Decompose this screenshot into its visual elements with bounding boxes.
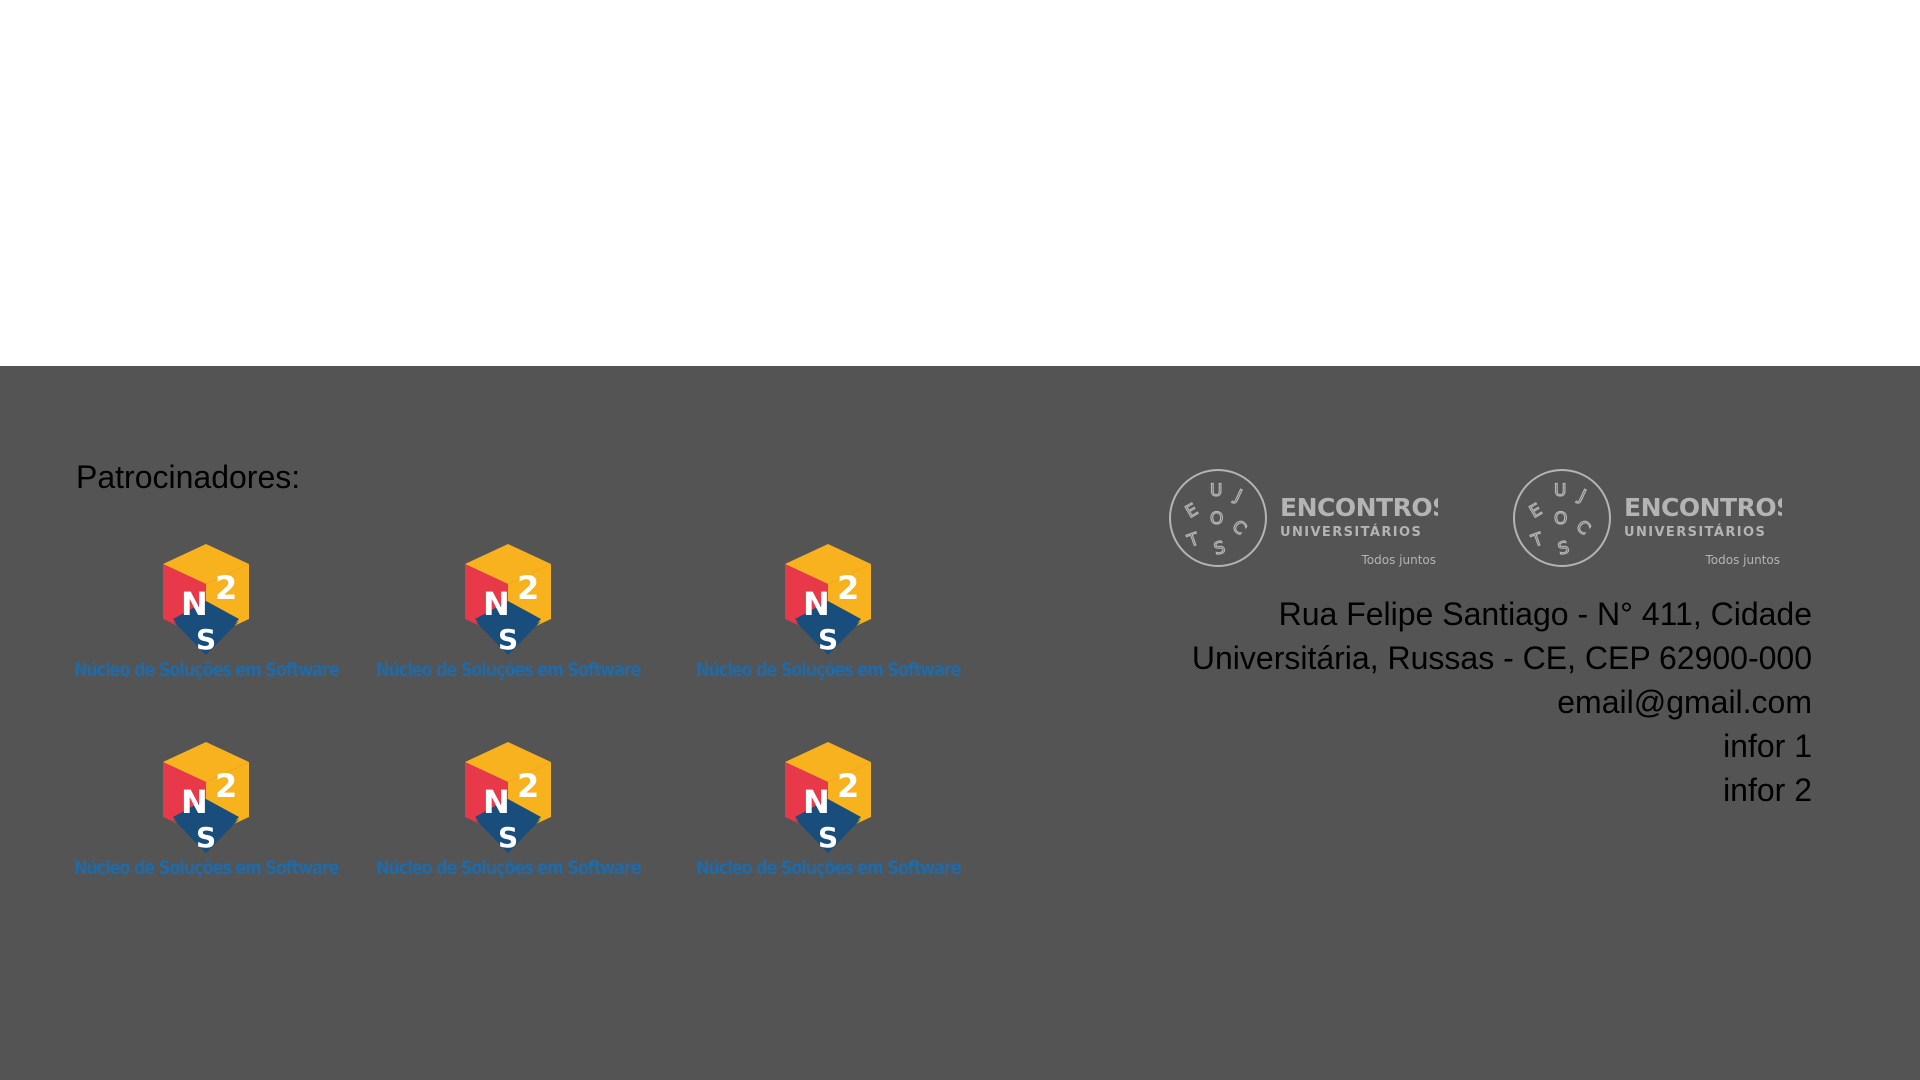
svg-text:N: N [181,783,208,821]
svg-text:N: N [803,783,830,821]
svg-text:S: S [498,821,518,854]
n2s-cube-logo-icon: N 2 S [163,742,249,854]
encontros-seal-icon: E U J O C T S ENCONTROS UNIVERSITÁRIOS T… [1513,469,1782,567]
svg-text:UNIVERSITÁRIOS: UNIVERSITÁRIOS [1280,524,1422,540]
svg-text:U: U [1554,481,1566,501]
svg-text:Todos juntos: Todos juntos [1704,553,1780,567]
svg-text:S: S [1212,538,1228,560]
contact-info-1: infor 1 [1723,728,1812,764]
svg-text:2: 2 [215,767,237,805]
svg-text:ENCONTROS: ENCONTROS [1624,493,1782,522]
svg-text:ENCONTROS: ENCONTROS [1280,493,1438,522]
svg-text:O: O [1554,509,1567,529]
svg-text:N: N [483,783,510,821]
sponsor-logo[interactable]: N 2 S Núcleo de Soluções em Software [71,737,341,883]
contact-email[interactable]: email@gmail.com [1192,680,1812,724]
svg-text:S: S [196,821,216,854]
svg-text:J: J [1231,486,1245,507]
address-line-2: Universitária, Russas - CE, CEP 62900-00… [1191,640,1812,676]
sponsor-label: Núcleo de Soluções em Software [375,659,641,681]
svg-text:E: E [1182,500,1201,523]
svg-text:S: S [196,623,216,656]
contact-info-2: infor 2 [1723,772,1812,808]
svg-text:2: 2 [517,569,539,607]
svg-text:J: J [1575,486,1589,507]
n2s-cube-logo-icon: N 2 S [785,742,871,854]
svg-text:2: 2 [837,767,859,805]
partner-logo[interactable]: E U J O C T S ENCONTROS UNIVERSITÁRIOS T… [1166,466,1438,570]
site-footer: Patrocinadores: N 2 S Núcleo de Soluções… [0,366,1920,1080]
svg-text:2: 2 [837,569,859,607]
sponsor-logo[interactable]: N 2 S Núcleo de Soluções em Software [373,737,643,883]
sponsor-label: Núcleo de Soluções em Software [695,857,961,879]
svg-text:2: 2 [215,569,237,607]
sponsor-label: Núcleo de Soluções em Software [375,857,641,879]
svg-text:UNIVERSITÁRIOS: UNIVERSITÁRIOS [1624,524,1766,540]
svg-text:T: T [1528,529,1546,552]
svg-text:T: T [1184,529,1202,552]
svg-text:N: N [181,585,208,623]
sponsor-logo[interactable]: N 2 S Núcleo de Soluções em Software [71,539,341,685]
svg-text:N: N [483,585,510,623]
svg-text:C: C [1228,517,1250,540]
sponsor-logo[interactable]: N 2 S Núcleo de Soluções em Software [693,737,963,883]
n2s-cube-logo-icon: N 2 S [465,742,551,854]
svg-text:Todos juntos: Todos juntos [1360,553,1436,567]
encontros-seal-icon: E U J O C T S ENCONTROS UNIVERSITÁRIOS T… [1169,469,1438,567]
sponsor-label: Núcleo de Soluções em Software [695,659,961,681]
svg-text:S: S [1556,538,1572,560]
sponsor-label: Núcleo de Soluções em Software [73,857,339,879]
n2s-cube-logo-icon: N 2 S [465,544,551,656]
svg-text:S: S [498,623,518,656]
svg-text:C: C [1572,517,1594,540]
sponsor-logo[interactable]: N 2 S Núcleo de Soluções em Software [373,539,643,685]
contact-info: Rua Felipe Santiago - N° 411, Cidade Uni… [1192,592,1812,812]
n2s-cube-logo-icon: N 2 S [785,544,871,656]
svg-text:N: N [803,585,830,623]
svg-text:2: 2 [517,767,539,805]
svg-text:S: S [818,623,838,656]
sponsor-label: Núcleo de Soluções em Software [73,659,339,681]
svg-text:E: E [1526,500,1545,523]
svg-text:S: S [818,821,838,854]
sponsor-logo[interactable]: N 2 S Núcleo de Soluções em Software [693,539,963,685]
n2s-cube-logo-icon: N 2 S [163,544,249,656]
svg-text:O: O [1210,509,1223,529]
sponsors-title: Patrocinadores: [76,459,301,495]
top-blank-area [0,0,1920,366]
partner-logo[interactable]: E U J O C T S ENCONTROS UNIVERSITÁRIOS T… [1510,466,1782,570]
svg-text:U: U [1210,481,1222,501]
address-line-1: Rua Felipe Santiago - N° 411, Cidade [1278,596,1812,632]
